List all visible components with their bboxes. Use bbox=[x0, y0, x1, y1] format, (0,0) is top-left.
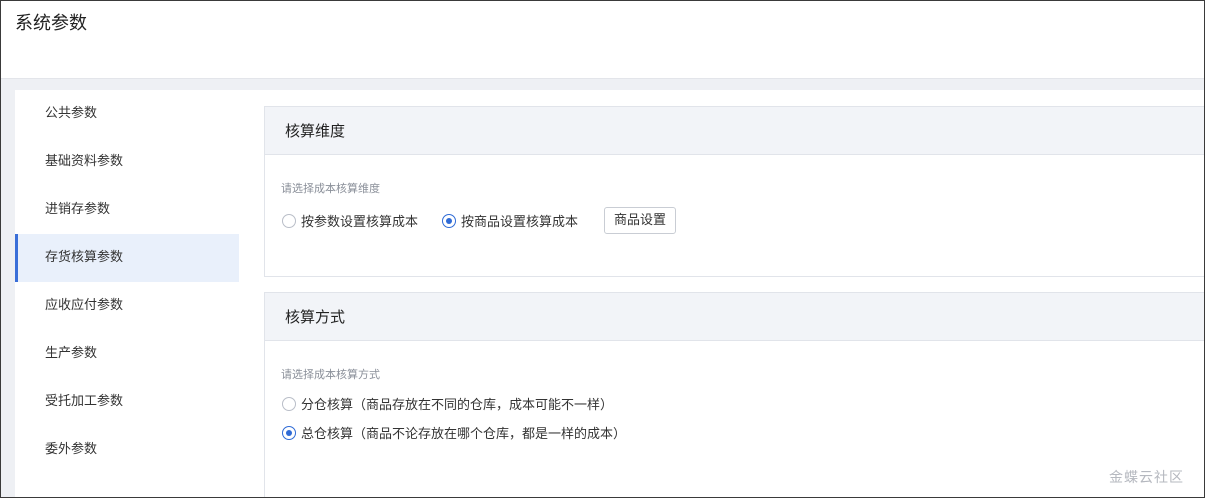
product-settings-button[interactable]: 商品设置 bbox=[604, 207, 677, 234]
radio-label: 总仓核算（商品不论存放在哪个仓库，都是一样的成本） bbox=[301, 427, 627, 442]
sidebar-item-outsourcing-params[interactable]: 委外参数 bbox=[15, 426, 239, 474]
radio-checked-icon[interactable] bbox=[442, 213, 457, 228]
sidebar-item-production-params[interactable]: 生产参数 bbox=[15, 330, 239, 378]
radio-label: 按参数设置核算成本 bbox=[301, 215, 419, 230]
radio-checked-icon[interactable] bbox=[282, 425, 296, 440]
sidebar-nav: 公共参数 基础资料参数 进销存参数 存货核算参数 应收应付参数 生产参数 受托加… bbox=[15, 90, 239, 497]
method-card-title: 核算方式 bbox=[265, 293, 1204, 341]
radio-option-separate-warehouse[interactable]: 分仓核算（商品存放在不同的仓库，成本可能不一样） bbox=[282, 394, 613, 413]
sidebar-item-purchase-sales-stock-params[interactable]: 进销存参数 bbox=[15, 186, 239, 234]
radio-option-by-product[interactable]: 按商品设置核算成本 bbox=[442, 211, 578, 230]
radio-option-total-warehouse[interactable]: 总仓核算（商品不论存放在哪个仓库，都是一样的成本） bbox=[282, 423, 626, 442]
title-bar: 系统参数 bbox=[1, 1, 1204, 79]
dimension-card-title: 核算维度 bbox=[265, 107, 1204, 155]
method-card: 核算方式 请选择成本核算方式 分仓核算（商品存放在不同的仓库，成本可能不一样） … bbox=[264, 292, 1204, 497]
sidebar-item-receivable-payable-params[interactable]: 应收应付参数 bbox=[15, 282, 239, 330]
dimension-radio-group: 按参数设置核算成本 按商品设置核算成本 商品设置 bbox=[265, 207, 1204, 234]
radio-label: 按商品设置核算成本 bbox=[461, 215, 579, 230]
method-hint: 请选择成本核算方式 bbox=[281, 368, 380, 381]
sidebar-item-public-params[interactable]: 公共参数 bbox=[15, 90, 239, 138]
sidebar-item-basic-data-params[interactable]: 基础资料参数 bbox=[15, 138, 239, 186]
sidebar-item-inventory-accounting-params[interactable]: 存货核算参数 bbox=[15, 234, 239, 282]
radio-unchecked-icon[interactable] bbox=[282, 396, 296, 411]
app-window: 系统参数 公共参数 基础资料参数 进销存参数 存货核算参数 应收应付参数 生产参… bbox=[0, 0, 1205, 498]
dimension-card: 核算维度 请选择成本核算维度 按参数设置核算成本 按商品设置核算成本 商品设置 bbox=[264, 106, 1204, 277]
method-radio-option-separate: 分仓核算（商品存放在不同的仓库，成本可能不一样） bbox=[265, 394, 1204, 413]
radio-option-by-params[interactable]: 按参数设置核算成本 bbox=[282, 211, 418, 230]
radio-unchecked-icon[interactable] bbox=[282, 213, 296, 228]
dimension-hint: 请选择成本核算维度 bbox=[281, 182, 380, 195]
sidebar-item-consigned-processing-params[interactable]: 受托加工参数 bbox=[15, 378, 239, 426]
main-content: 核算维度 请选择成本核算维度 按参数设置核算成本 按商品设置核算成本 商品设置 … bbox=[239, 90, 1204, 497]
radio-label: 分仓核算（商品存放在不同的仓库，成本可能不一样） bbox=[301, 398, 614, 413]
method-radio-option-total: 总仓核算（商品不论存放在哪个仓库，都是一样的成本） bbox=[265, 423, 1204, 442]
page-title: 系统参数 bbox=[15, 13, 87, 34]
watermark: 金蝶云社区 bbox=[1109, 470, 1184, 486]
